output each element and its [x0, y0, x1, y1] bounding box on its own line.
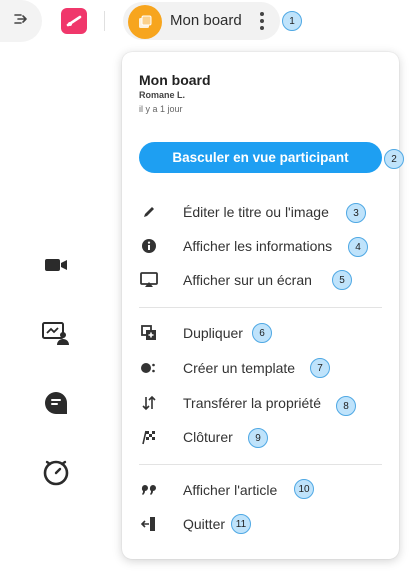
menu-item-show-article[interactable]: Afficher l'article — [139, 478, 382, 502]
menu-item-label: Créer un template — [183, 360, 296, 376]
finish-flag-icon — [139, 427, 159, 447]
board-avatar-icon[interactable] — [128, 5, 162, 39]
menu-board-date: il y a 1 jour — [139, 104, 183, 114]
menu-item-label: Afficher sur un écran — [183, 272, 312, 288]
menu-item-create-template[interactable]: Créer un template — [139, 356, 382, 380]
topbar-divider — [104, 11, 105, 31]
expand-sidebar-button[interactable] — [0, 0, 42, 42]
menu-item-label: Quitter — [183, 516, 226, 532]
annotation-badge: 5 — [332, 270, 352, 290]
video-camera-icon[interactable] — [42, 251, 70, 279]
annotation-badge: 3 — [346, 203, 366, 223]
annotation-badge: 1 — [282, 11, 302, 31]
info-icon — [139, 236, 159, 256]
menu-item-show-info[interactable]: Afficher les informations — [139, 234, 382, 258]
menu-board-title: Mon board — [139, 72, 211, 88]
pencil-icon — [139, 202, 159, 222]
presentation-user-icon[interactable] — [42, 320, 70, 348]
cast-screen-icon — [139, 270, 159, 290]
annotation-badge: 11 — [231, 514, 251, 534]
template-icon — [139, 358, 159, 378]
duplicate-icon — [139, 323, 159, 343]
timer-icon[interactable] — [42, 458, 70, 486]
switch-to-participant-view-button[interactable]: Basculer en vue participant — [139, 142, 382, 173]
board-name[interactable]: Mon board — [170, 12, 242, 29]
transfer-icon — [139, 393, 159, 413]
menu-item-label: Clôturer — [183, 429, 233, 445]
menu-item-label: Éditer le titre ou l'image — [183, 204, 329, 220]
quote-icon — [139, 480, 159, 500]
app-logo-icon[interactable] — [61, 8, 87, 34]
chat-bubble-icon[interactable] — [42, 389, 70, 417]
annotation-badge: 8 — [336, 396, 356, 416]
exit-icon — [139, 514, 159, 534]
menu-board-author: Romane L. — [139, 90, 186, 100]
expand-arrow-icon — [14, 12, 28, 30]
more-vertical-icon[interactable] — [252, 9, 272, 33]
menu-item-label: Afficher l'article — [183, 482, 278, 498]
annotation-badge: 9 — [248, 428, 268, 448]
annotation-badge: 4 — [348, 237, 368, 257]
annotation-badge: 2 — [384, 149, 404, 169]
annotation-badge: 6 — [252, 323, 272, 343]
menu-item-label: Transférer la propriété — [183, 395, 321, 411]
menu-item-label: Dupliquer — [183, 325, 243, 341]
top-bar: Mon board 1 — [0, 0, 417, 42]
menu-divider — [139, 464, 382, 465]
menu-item-quit[interactable]: Quitter — [139, 512, 382, 536]
menu-item-label: Afficher les informations — [183, 238, 333, 254]
annotation-badge: 10 — [294, 479, 314, 499]
board-options-menu: Mon board Romane L. il y a 1 jour Bascul… — [122, 52, 399, 559]
menu-divider — [139, 307, 382, 308]
annotation-badge: 7 — [310, 358, 330, 378]
